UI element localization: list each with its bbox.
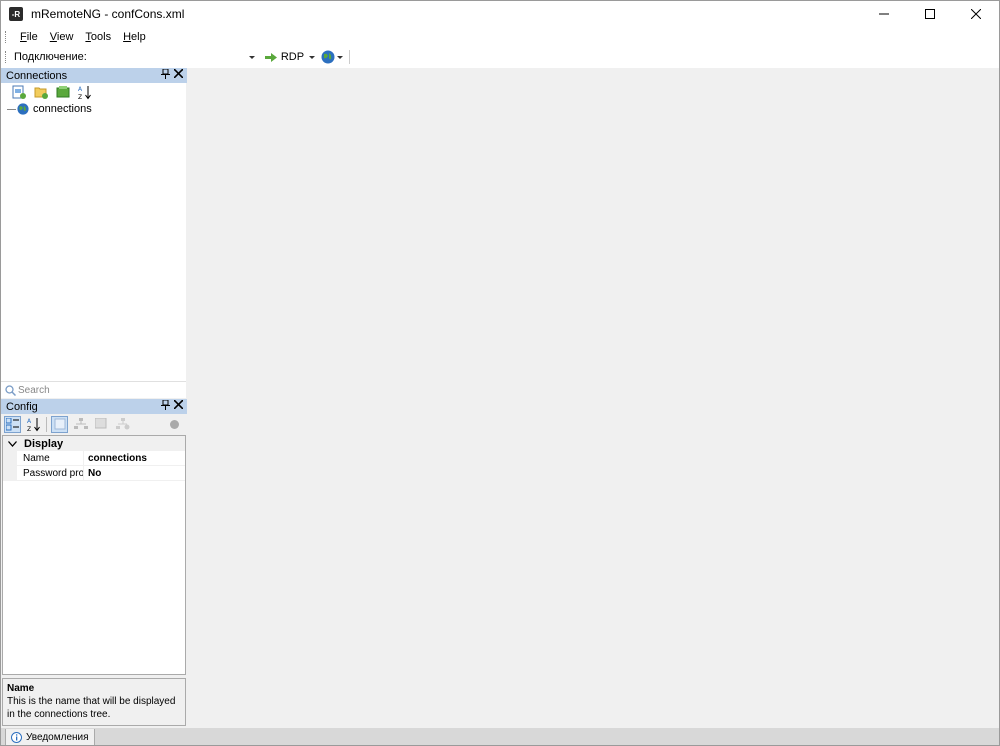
tree-connector — [7, 108, 16, 110]
sort-az-icon[interactable]: AZ — [77, 85, 92, 100]
categorized-icon — [6, 417, 19, 430]
chevron-down-icon[interactable] — [248, 56, 255, 59]
config-panel-title: Config — [6, 400, 38, 413]
description-title: Name — [7, 683, 35, 694]
minimize-button[interactable] — [861, 1, 907, 27]
toolbar-grip[interactable] — [5, 51, 8, 63]
svg-text:Z: Z — [78, 94, 82, 100]
svg-text:A: A — [78, 86, 83, 93]
quick-connect-combo[interactable] — [90, 48, 259, 66]
toolbar-separator — [46, 416, 47, 432]
external-tools-button[interactable] — [321, 50, 344, 64]
properties-button[interactable] — [51, 415, 68, 433]
alphabetical-button[interactable]: AZ — [25, 416, 42, 433]
chevron-down-icon[interactable] — [309, 55, 316, 59]
host-status-icon — [166, 416, 183, 433]
info-icon — [11, 731, 22, 743]
default-properties-button[interactable] — [93, 416, 110, 433]
grid-row-name[interactable]: Name connections — [3, 450, 185, 466]
inheritance-button[interactable] — [72, 416, 89, 433]
maximize-icon — [925, 9, 935, 19]
default-properties-icon — [95, 418, 107, 429]
new-folder-icon[interactable] — [33, 85, 48, 100]
svg-text:A: A — [27, 418, 32, 425]
description-text: This is the name that will be displayed … — [7, 696, 176, 720]
chevron-down-icon — [8, 440, 17, 447]
grid-category-label: Display — [24, 437, 64, 450]
connect-protocol-button[interactable]: RDP — [264, 51, 316, 63]
globe-icon — [17, 103, 29, 115]
toolbar-separator — [349, 50, 351, 64]
notifications-tab[interactable]: Уведомления — [5, 729, 95, 745]
tree-item-connections[interactable]: connections — [1, 101, 186, 117]
close-button[interactable] — [953, 1, 999, 27]
globe-icon — [321, 50, 335, 64]
minimize-icon — [879, 13, 889, 15]
menu-help[interactable]: Help — [117, 31, 152, 43]
pin-icon[interactable] — [161, 68, 170, 82]
connect-label: Подключение: — [14, 51, 87, 63]
grid-category-display[interactable]: Display — [3, 436, 185, 451]
grid-row-password[interactable]: Password protection No — [3, 465, 185, 481]
app-window: -R mRemoteNG - confCons.xml File View To… — [0, 0, 1000, 746]
bottom-tab-strip: Уведомления — [1, 728, 999, 745]
property-value[interactable]: connections — [84, 453, 147, 464]
property-name: Name — [17, 450, 84, 466]
property-grid: Display Name connections Password protec… — [2, 435, 186, 675]
close-icon — [971, 9, 981, 19]
quick-connect-toolbar: Подключение: RDP — [1, 46, 999, 68]
sort-az-icon: AZ — [27, 417, 40, 432]
menu-bar: File View Tools Help — [1, 27, 999, 46]
inheritance-icon — [73, 418, 88, 429]
document-area[interactable] — [188, 68, 999, 728]
config-panel-header[interactable]: Config — [1, 399, 187, 414]
connections-panel-title: Connections — [6, 69, 68, 82]
notifications-tab-label: Уведомления — [26, 731, 89, 743]
categorized-button[interactable] — [4, 415, 21, 433]
window-title: mRemoteNG - confCons.xml — [31, 7, 185, 21]
properties-icon — [54, 418, 65, 430]
protocol-label: RDP — [280, 51, 305, 63]
chevron-down-icon[interactable] — [337, 55, 344, 59]
menu-file[interactable]: File — [14, 31, 44, 43]
app-logo-icon: -R — [9, 7, 23, 21]
svg-text:Z: Z — [27, 426, 31, 432]
left-panel: Connections A Z connections Search Confi… — [1, 68, 187, 728]
menu-tools[interactable]: Tools — [79, 31, 117, 43]
property-name: Password protection — [17, 465, 84, 481]
connect-arrow-icon — [264, 52, 277, 62]
window-controls — [861, 1, 999, 27]
menu-view[interactable]: View — [44, 31, 80, 43]
pin-icon[interactable] — [161, 399, 170, 413]
view-icon[interactable] — [55, 85, 70, 100]
search-icon — [5, 384, 16, 396]
connections-panel-header[interactable]: Connections — [1, 68, 187, 83]
property-value[interactable]: No — [84, 468, 101, 479]
connections-toolbar: AZ — [1, 83, 186, 101]
menu-grip[interactable] — [5, 30, 8, 43]
search-placeholder: Search — [18, 384, 50, 396]
close-icon[interactable] — [173, 68, 184, 82]
close-icon[interactable] — [173, 399, 184, 413]
maximize-button[interactable] — [907, 1, 953, 27]
tree-item-label: connections — [33, 103, 92, 115]
config-toolbar: AZ — [1, 414, 187, 434]
new-connection-icon[interactable] — [11, 85, 26, 100]
default-inheritance-icon — [115, 418, 129, 430]
default-inheritance-button[interactable] — [114, 416, 131, 433]
connections-tree-area: AZ connections — [1, 83, 186, 381]
property-description: Name This is the name that will be displ… — [2, 678, 186, 726]
title-bar[interactable]: -R mRemoteNG - confCons.xml — [1, 1, 999, 27]
search-input[interactable]: Search — [1, 381, 186, 398]
